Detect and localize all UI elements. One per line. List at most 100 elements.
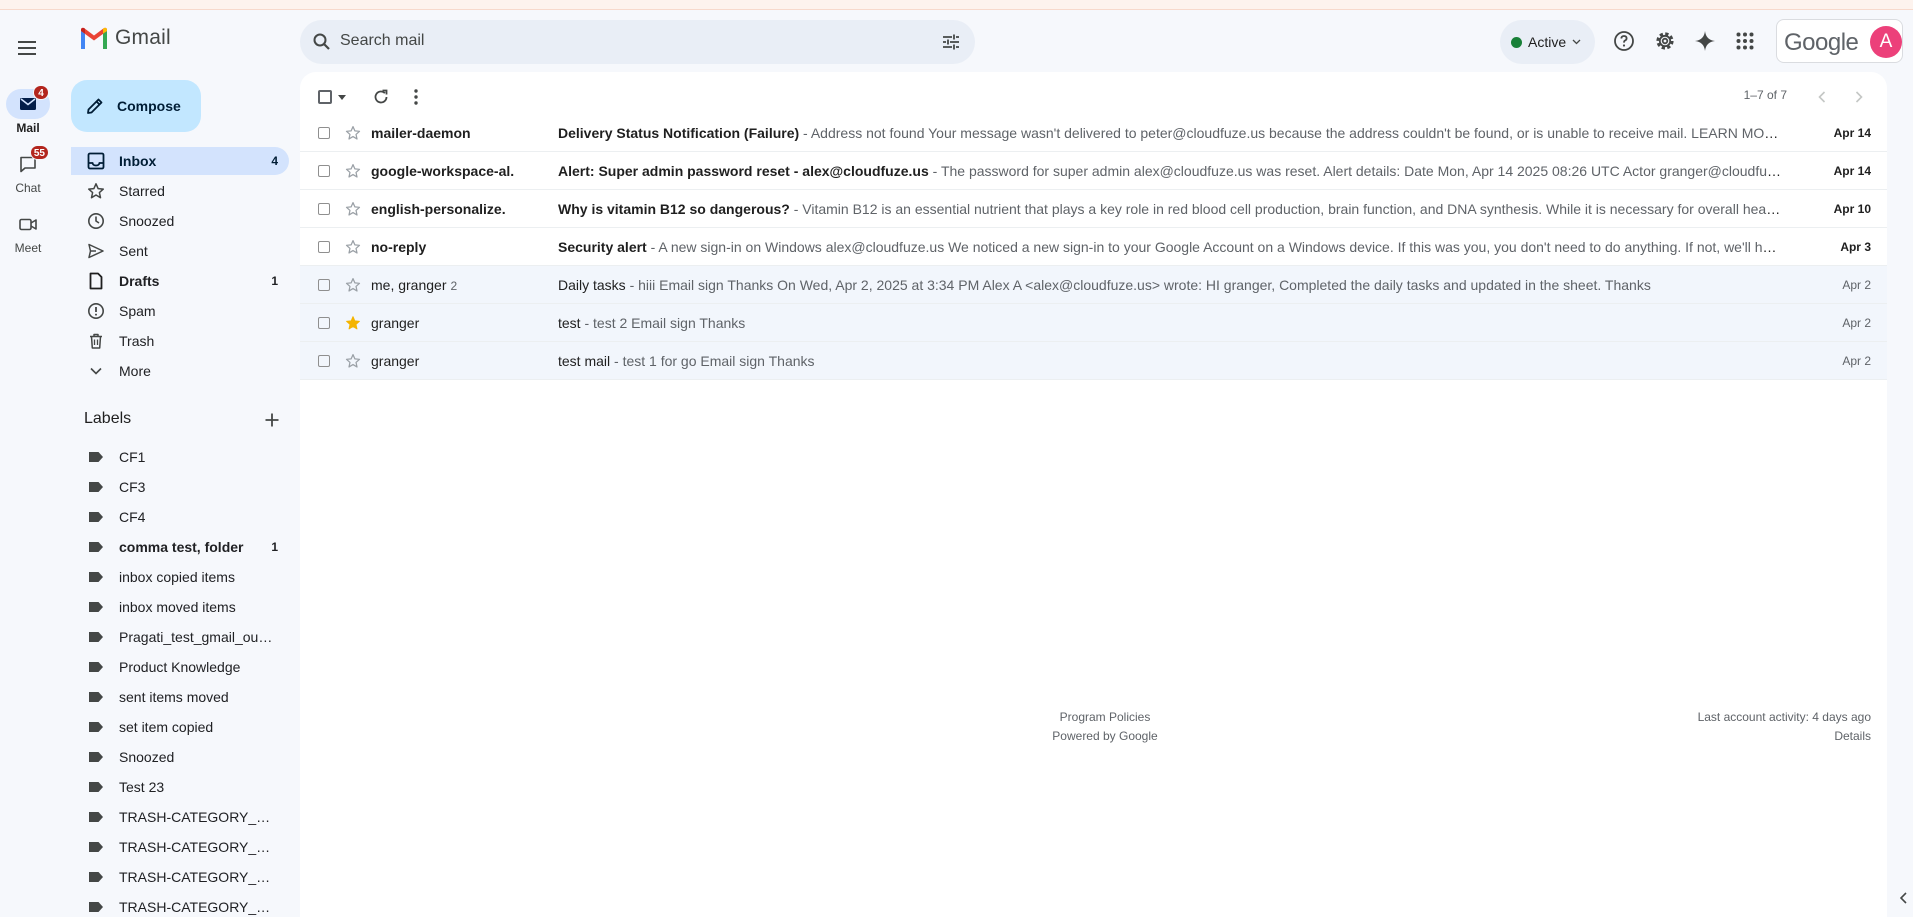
- email-subject: test: [558, 315, 581, 331]
- label-icon: [86, 477, 106, 497]
- label-item[interactable]: inbox copied items: [71, 563, 289, 591]
- label-item[interactable]: Snoozed: [71, 743, 289, 771]
- avatar[interactable]: A: [1870, 26, 1902, 58]
- email-row[interactable]: granger test mail - test 1 for go Email s…: [300, 342, 1887, 380]
- label-icon: [86, 567, 106, 587]
- email-row-checkbox[interactable]: [318, 165, 330, 177]
- label-name: sent items moved: [119, 689, 229, 705]
- label-item[interactable]: inbox moved items: [71, 593, 289, 621]
- email-row[interactable]: me, granger 2 Daily tasks - hiii Email sig…: [300, 266, 1887, 304]
- gmail-logo[interactable]: Gmail: [79, 26, 171, 50]
- label-item[interactable]: TRASH-CATEGORY_FOR...: [71, 863, 289, 891]
- rail-meet[interactable]: Meet: [0, 209, 56, 255]
- email-row-checkbox[interactable]: [318, 355, 330, 367]
- newer-button[interactable]: [1818, 86, 1826, 108]
- email-row-checkbox[interactable]: [318, 127, 330, 139]
- mail-icon: [20, 98, 36, 110]
- email-sender: mailer-daemon: [371, 125, 521, 141]
- more-vert-icon: [414, 89, 418, 105]
- inbox-icon: [86, 151, 106, 171]
- activity-details-link[interactable]: Details: [1698, 727, 1871, 746]
- nav-item-trash[interactable]: Trash: [71, 327, 289, 355]
- sender-name: me, granger: [371, 277, 447, 293]
- email-row[interactable]: english-personalize. Why is vitamin B12 s…: [300, 190, 1887, 228]
- nav-item-drafts[interactable]: Drafts 1: [71, 267, 289, 295]
- search-options-icon[interactable]: [941, 32, 961, 52]
- account-switcher[interactable]: Google A: [1776, 19, 1903, 63]
- side-panel-toggle[interactable]: [1896, 888, 1910, 908]
- plus-icon: [265, 413, 279, 427]
- email-content: test mail - test 1 for go Email sign Tha…: [558, 353, 1783, 369]
- email-row-checkbox[interactable]: [318, 241, 330, 253]
- nav-item-sent[interactable]: Sent: [71, 237, 289, 265]
- label-item[interactable]: Pragati_test_gmail_outlo...: [71, 623, 289, 651]
- email-row[interactable]: google-workspace-al. Alert: Super admin p…: [300, 152, 1887, 190]
- create-label-button[interactable]: [262, 410, 282, 430]
- more-actions-button[interactable]: [414, 86, 418, 108]
- settings-button[interactable]: [1652, 28, 1678, 54]
- label-item[interactable]: CF3: [71, 473, 289, 501]
- select-all-dropdown[interactable]: [318, 86, 346, 108]
- star-icon[interactable]: [345, 125, 361, 141]
- support-button[interactable]: [1611, 28, 1637, 54]
- label-item[interactable]: TRASH-CATEGORY_FOR...: [71, 803, 289, 831]
- nav-item-label: More: [119, 363, 151, 379]
- label-item[interactable]: TRASH-CATEGORY_PRO...: [71, 893, 289, 917]
- refresh-button[interactable]: [372, 86, 390, 108]
- email-row[interactable]: no-reply Security alert - A new sign-in o…: [300, 228, 1887, 266]
- select-all-checkbox[interactable]: [318, 90, 332, 104]
- nav-item-label: Drafts: [119, 273, 160, 289]
- rail-chat[interactable]: 55 Chat: [0, 145, 56, 195]
- rail-mail[interactable]: 4 Mail: [0, 85, 56, 135]
- program-policies-link[interactable]: Program Policies: [1000, 708, 1210, 727]
- email-sender: granger: [371, 315, 521, 331]
- email-subject: Why is vitamin B12 so dangerous?: [558, 201, 790, 217]
- star-icon[interactable]: [345, 201, 361, 217]
- label-item[interactable]: set item copied: [71, 713, 289, 741]
- label-item[interactable]: comma test, folder 1: [71, 533, 289, 561]
- search-icon[interactable]: [312, 32, 332, 52]
- send-icon: [86, 241, 106, 261]
- label-item[interactable]: Product Knowledge: [71, 653, 289, 681]
- label-icon: [86, 867, 106, 887]
- older-button[interactable]: [1855, 86, 1863, 108]
- star-icon[interactable]: [345, 163, 361, 179]
- email-row-checkbox[interactable]: [318, 203, 330, 215]
- rail-chat-label: Chat: [15, 181, 41, 195]
- email-row[interactable]: granger test - test 2 Email sign Thanks Ap…: [300, 304, 1887, 342]
- label-item[interactable]: CF1: [71, 443, 289, 471]
- gmail-wordmark: Gmail: [115, 26, 171, 49]
- label-icon: [86, 447, 106, 467]
- main-menu-button[interactable]: [13, 34, 41, 62]
- nav-item-spam[interactable]: Spam: [71, 297, 289, 325]
- nav-item-starred[interactable]: Starred: [71, 177, 289, 205]
- nav-item-label: Starred: [119, 183, 165, 199]
- label-name: TRASH-CATEGORY_FOR...: [119, 809, 274, 825]
- star-icon[interactable]: [345, 353, 361, 369]
- label-item[interactable]: TRASH-CATEGORY_FOR...: [71, 833, 289, 861]
- search-input[interactable]: [340, 32, 910, 50]
- nav-item-inbox[interactable]: Inbox 4: [71, 147, 289, 175]
- star-icon[interactable]: [345, 277, 361, 293]
- status-selector[interactable]: Active: [1500, 20, 1595, 64]
- email-row-checkbox[interactable]: [318, 279, 330, 291]
- star-icon[interactable]: [345, 239, 361, 255]
- star-icon: [86, 181, 106, 201]
- label-item[interactable]: Test 23: [71, 773, 289, 801]
- sender-name: granger: [371, 353, 420, 369]
- label-name: set item copied: [119, 719, 214, 735]
- label-item[interactable]: CF4: [71, 503, 289, 531]
- apps-button[interactable]: [1732, 28, 1758, 54]
- help-icon: [1614, 31, 1634, 51]
- email-row-checkbox[interactable]: [318, 317, 330, 329]
- label-name: inbox copied items: [119, 569, 235, 585]
- compose-button[interactable]: Compose: [71, 80, 201, 132]
- label-item[interactable]: sent items moved: [71, 683, 289, 711]
- gemini-button[interactable]: [1692, 28, 1718, 54]
- nav-item-snoozed[interactable]: Snoozed: [71, 207, 289, 235]
- star-filled-icon[interactable]: [345, 315, 361, 331]
- label-icon: [86, 687, 106, 707]
- email-row[interactable]: mailer-daemon Delivery Status Notificatio…: [300, 114, 1887, 152]
- email-snippet: - Address not found Your message wasn't …: [799, 125, 1783, 141]
- nav-item-more[interactable]: More: [71, 357, 289, 385]
